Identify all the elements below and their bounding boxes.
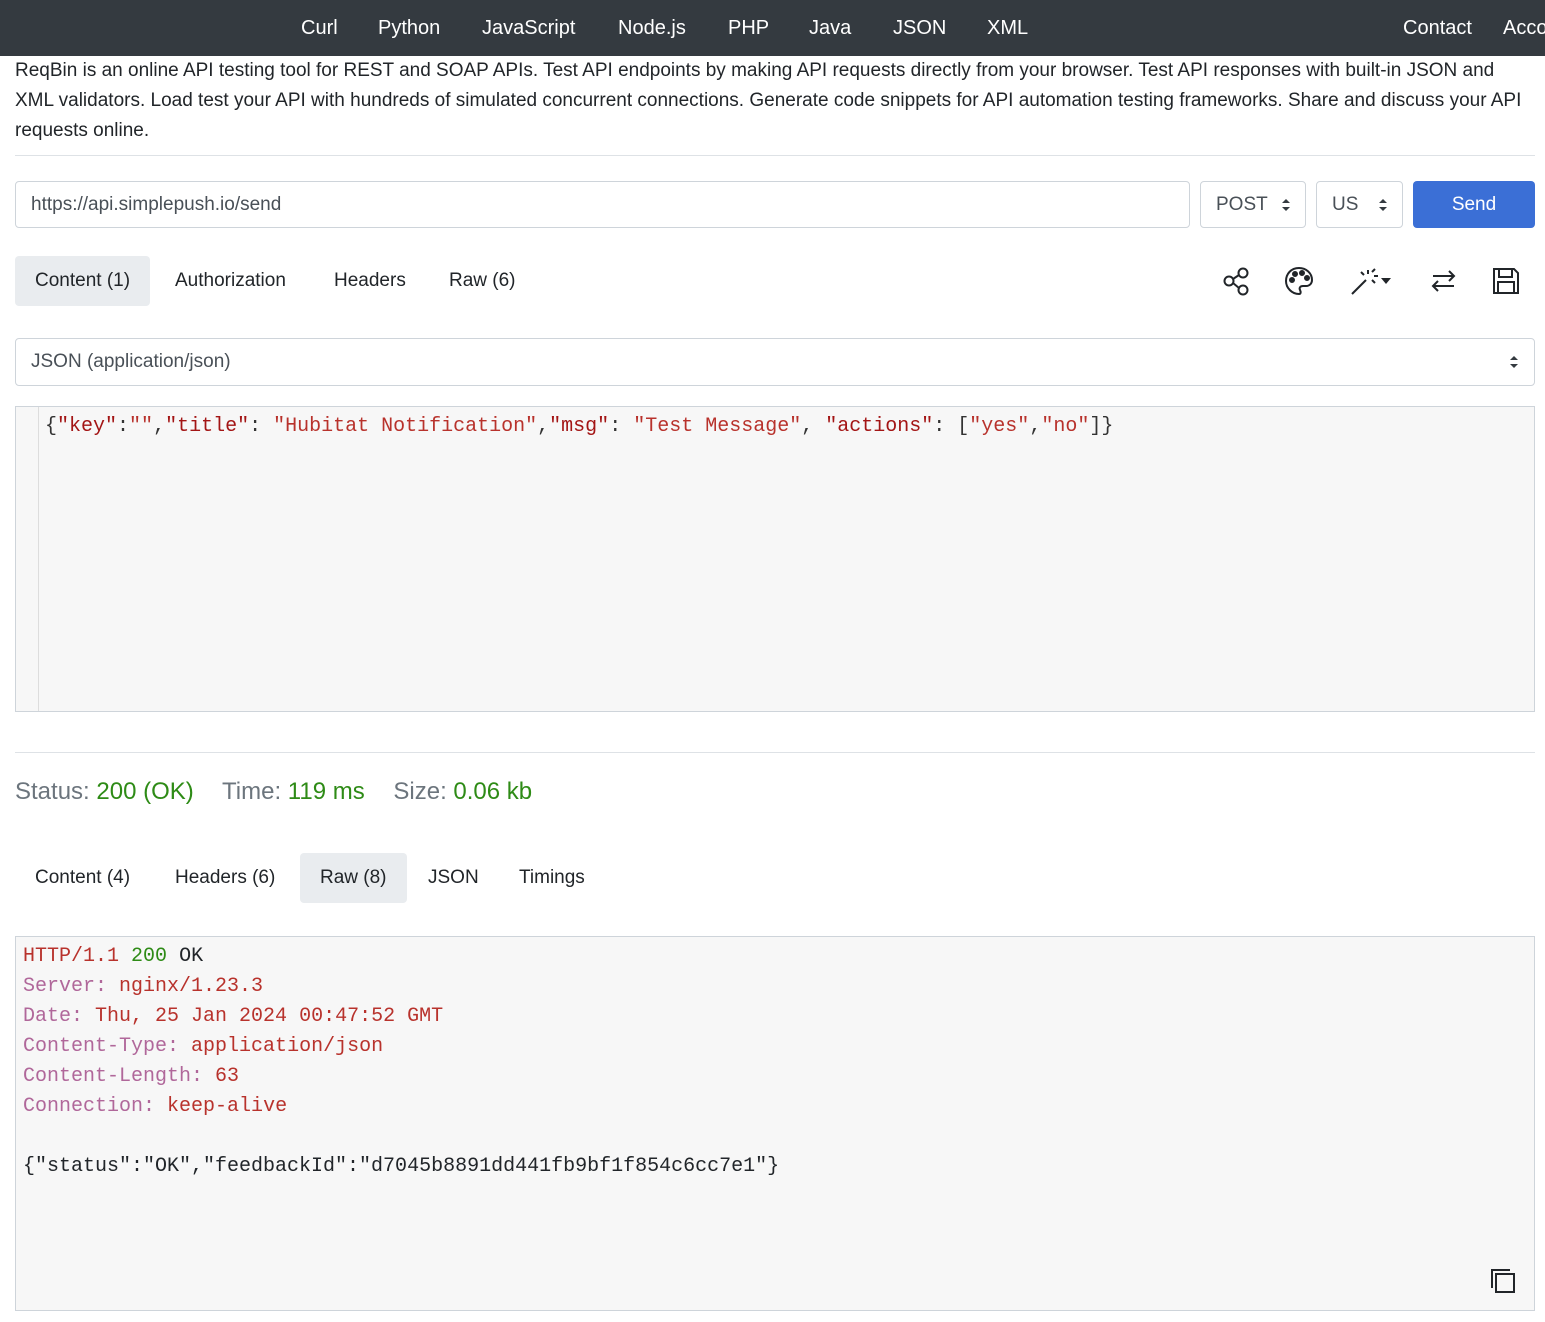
header-key: Content-Length: (23, 1065, 204, 1088)
code-token: "Hubitat Notification" (273, 415, 538, 438)
nav-link-xml[interactable]: XML (987, 16, 1028, 40)
divider (15, 752, 1535, 753)
response-status-bar: Status: 200 (OK) Time: 119 ms Size: 0.06… (15, 776, 554, 808)
header-value: 63 (215, 1065, 240, 1088)
code-token: "Test Message" (633, 415, 802, 438)
time-value: 119 ms (287, 778, 365, 805)
header-key: Connection: (23, 1095, 156, 1118)
code-token: "yes" (969, 415, 1030, 438)
tab-request-headers[interactable]: Headers (314, 256, 426, 306)
header-key: Date: (23, 1005, 84, 1028)
region-select[interactable]: US (1316, 181, 1403, 228)
nav-link-json[interactable]: JSON (893, 16, 946, 40)
nav-link-curl[interactable]: Curl (301, 16, 338, 40)
select-arrows-icon (1379, 199, 1387, 211)
nav-link-php[interactable]: PHP (728, 16, 769, 40)
header-value: application/json (191, 1035, 384, 1058)
nav-link-python[interactable]: Python (378, 16, 440, 40)
magic-wand-icon[interactable] (1348, 264, 1396, 298)
response-protocol: HTTP/1.1 (23, 945, 120, 968)
header-value: Thu, 25 Jan 2024 00:47:52 GMT (95, 1005, 444, 1028)
nav-link-contact[interactable]: Contact (1403, 16, 1472, 40)
tab-response-content[interactable]: Content (4) (15, 853, 150, 903)
nav-link-java[interactable]: Java (809, 16, 851, 40)
swap-icon[interactable] (1427, 264, 1461, 298)
tab-response-timings[interactable]: Timings (499, 853, 605, 903)
divider (15, 155, 1535, 156)
code-token: "msg" (549, 415, 610, 438)
code-token: { (45, 415, 58, 438)
code-token: "" (129, 415, 154, 438)
raw-response-text: HTTP/1.1 200 OK Server: nginx/1.23.3 Dat… (23, 942, 779, 1182)
nav-link-javascript[interactable]: JavaScript (482, 16, 575, 40)
code-token: : (249, 415, 274, 438)
response-status-text: OK (179, 945, 204, 968)
region-select-value: US (1332, 194, 1359, 215)
header-key: Content-Type: (23, 1035, 180, 1058)
code-token: "title" (165, 415, 250, 438)
code-token: , (801, 415, 826, 438)
code-token: ]} (1089, 415, 1114, 438)
palette-icon[interactable] (1282, 264, 1316, 298)
copy-icon[interactable] (1488, 1266, 1518, 1296)
header-key: Server: (23, 975, 108, 998)
content-type-select[interactable]: JSON (application/json) (15, 338, 1535, 386)
response-body: {"status":"OK","feedbackId":"d7045b8891d… (23, 1155, 780, 1178)
select-arrows-icon (1510, 356, 1518, 368)
header-value: keep-alive (167, 1095, 288, 1118)
code-token: , (537, 415, 550, 438)
tab-request-authorization[interactable]: Authorization (155, 256, 306, 306)
nav-link-nodejs[interactable]: Node.js (618, 16, 686, 40)
raw-response-panel[interactable]: HTTP/1.1 200 OK Server: nginx/1.23.3 Dat… (15, 936, 1535, 1311)
size-label: Size: (393, 778, 447, 805)
send-button[interactable]: Send (1413, 181, 1535, 228)
code-token: "key" (57, 415, 118, 438)
url-input[interactable]: https://api.simplepush.io/send (15, 181, 1190, 228)
select-arrows-icon (1282, 199, 1290, 211)
share-icon[interactable] (1220, 264, 1254, 298)
save-icon[interactable] (1489, 264, 1523, 298)
tab-response-headers[interactable]: Headers (6) (155, 853, 295, 903)
size-value: 0.06 kb (453, 778, 533, 805)
request-body-editor[interactable]: {"key":"","title": "Hubitat Notification… (15, 406, 1535, 712)
code-token: , (1029, 415, 1042, 438)
method-select[interactable]: POST (1200, 181, 1306, 228)
code-token: , (153, 415, 166, 438)
method-select-value: POST (1216, 194, 1268, 215)
nav-link-account[interactable]: Account (1503, 16, 1545, 40)
code-token: "no" (1041, 415, 1090, 438)
tab-response-json[interactable]: JSON (408, 853, 499, 903)
status-value: 200 (OK) (96, 778, 194, 805)
top-navbar: Curl Python JavaScript Node.js PHP Java … (0, 0, 1545, 56)
tab-response-raw[interactable]: Raw (8) (300, 853, 407, 903)
tab-request-raw[interactable]: Raw (6) (429, 256, 536, 306)
tab-request-content[interactable]: Content (1) (15, 256, 151, 306)
content-type-value: JSON (application/json) (31, 351, 231, 372)
response-code: 200 (131, 945, 168, 968)
editor-gutter (16, 407, 39, 711)
request-body-code[interactable]: {"key":"","title": "Hubitat Notification… (45, 415, 1113, 439)
code-token: "actions" (825, 415, 934, 438)
code-token: : (117, 415, 130, 438)
site-description: ReqBin is an online API testing tool for… (15, 60, 1522, 141)
header-value: nginx/1.23.3 (119, 975, 264, 998)
code-token: : [ (933, 415, 970, 438)
code-token: : (609, 415, 634, 438)
time-label: Time: (222, 778, 282, 805)
status-label: Status: (15, 778, 90, 805)
